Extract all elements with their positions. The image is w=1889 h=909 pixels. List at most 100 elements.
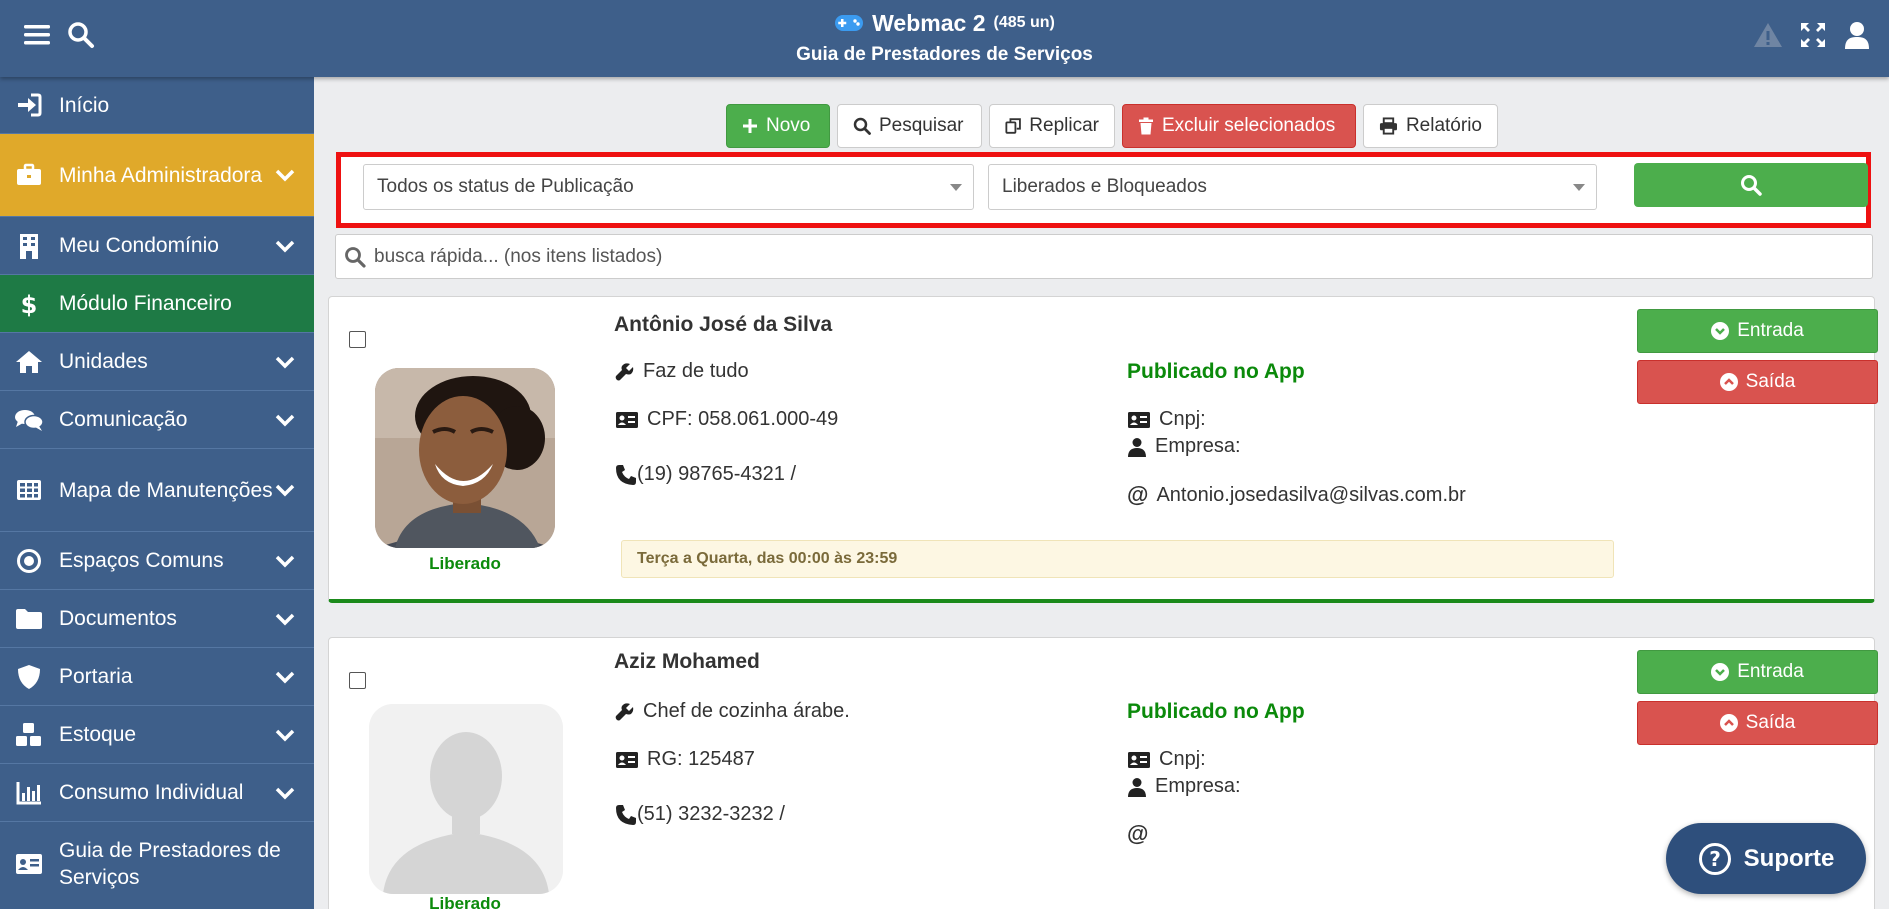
plus-icon [743,119,757,133]
at-icon: @ [1127,482,1149,507]
sidebar-item-minha-administradora[interactable]: Minha Administradora [0,134,314,217]
new-button-label: Novo [766,115,811,136]
quick-search-placeholder: busca rápida... (nos itens listados) [374,245,663,267]
folder-icon [14,604,44,634]
avatar-placeholder [369,704,563,894]
entry-button[interactable]: Entrada [1637,650,1878,694]
sidebar-item-label: Módulo Financeiro [59,292,232,315]
provider-phone: (19) 98765-4321 / [615,463,796,486]
sidebar-item-guia-prestadores[interactable]: Guia de Prestadores de Serviços [0,822,314,905]
select-checkbox[interactable] [349,672,366,689]
sidebar-item-consumo-individual[interactable]: Consumo Individual [0,764,314,822]
gamepad-icon [834,13,864,33]
provider-email-text: Antonio.josedasilva@silvas.com.br [1156,483,1466,506]
copy-icon [1005,118,1021,134]
caret-down-icon [950,184,962,191]
schedule-box: Terça a Quarta, das 00:00 às 23:59 [621,540,1614,578]
header-title: Webmac 2 (485 un) Guia de Prestadores de… [0,8,1889,66]
release-status-select[interactable]: Liberados e Bloqueados [988,164,1597,210]
provider-status: Liberado [429,894,501,909]
sidebar-item-meu-condominio[interactable]: Meu Condomínio [0,217,314,275]
search-button[interactable]: Pesquisar [837,104,982,148]
provider-service-text: Faz de tudo [643,360,749,382]
page-title: Guia de Prestadores de Serviços [796,44,1093,65]
select-checkbox[interactable] [349,331,366,348]
provider-company-label: Empresa: [1155,775,1241,797]
briefcase-icon [14,160,44,190]
chevron-down-icon [275,484,295,497]
exit-button[interactable]: Saída [1637,360,1878,404]
new-button[interactable]: Novo [726,104,830,148]
provider-name: Antônio José da Silva [614,313,833,336]
fullscreen-icon[interactable] [1796,18,1830,52]
sidebar-item-mapa-manutencoes[interactable]: Mapa de Manutenções [0,449,314,532]
search-icon [1741,175,1762,196]
provider-document: CPF: 058.061.000-49 [615,408,838,431]
filter-panel: Todos os status de Publicação Liberados … [336,152,1871,228]
provider-status: Liberado [429,554,501,573]
chevron-circle-up-icon [1719,373,1738,391]
support-button[interactable]: ? Suporte [1666,823,1866,894]
quick-search-input[interactable]: busca rápida... (nos itens listados) [335,234,1873,279]
sidebar-item-label: Espaços Comuns [59,549,224,572]
sidebar-item-portaria[interactable]: Portaria [0,648,314,706]
chevron-circle-down-icon [1711,663,1730,681]
search-icon [345,247,366,268]
sidebar-item-unidades[interactable]: Unidades [0,333,314,391]
chevron-down-icon [275,356,295,368]
sidebar-item-label: Meu Condomínio [59,234,219,257]
wrench-icon [615,702,634,720]
print-icon [1379,117,1398,135]
comments-icon [14,405,44,435]
provider-phone: (51) 3232-3232 / [615,803,785,826]
provider-company: Empresa: [1127,435,1241,458]
delete-selected-button-label: Excluir selecionados [1162,115,1336,136]
replicate-button[interactable]: Replicar [989,104,1115,148]
filter-search-button[interactable] [1634,163,1868,207]
sidebar-item-label: Portaria [59,665,133,688]
sidebar-item-label: Guia de Prestadores de Serviços [59,838,281,889]
sidebar-item-estoque[interactable]: Estoque [0,706,314,764]
sidebar-item-modulo-financeiro[interactable]: $ Módulo Financeiro [0,275,314,333]
chevron-down-icon [275,613,295,625]
publication-status-select[interactable]: Todos os status de Publicação [363,164,974,210]
provider-cnpj-label: Cnpj: [1159,748,1206,770]
dot-circle-icon [14,546,44,576]
app-name: Webmac 2 [872,9,986,36]
user-icon[interactable] [1840,18,1874,52]
release-status-value: Liberados e Bloqueados [1002,176,1207,197]
unit-count: (485 un) [993,14,1055,31]
support-button-label: Suporte [1743,844,1835,872]
caret-down-icon [1573,184,1585,191]
provider-document-text: CPF: 058.061.000-49 [647,408,839,430]
at-icon: @ [1127,821,1149,846]
sidebar: Início Minha Administradora Meu Condomín… [0,77,314,909]
id-card-icon [616,751,638,768]
provider-cnpj: Cnpj: [1127,408,1206,431]
provider-card: Liberado Aziz Mohamed Chef de cozinha ár… [328,637,1878,909]
exit-button[interactable]: Saída [1637,701,1878,745]
search-button-label: Pesquisar [879,115,964,136]
provider-phone-text: (51) 3232-3232 / [637,803,785,825]
id-card-icon [616,411,638,428]
id-card-icon [1128,411,1150,428]
building-icon [14,231,44,261]
entry-button-label: Entrada [1737,661,1804,682]
top-bar: Webmac 2 (485 un) Guia de Prestadores de… [0,0,1889,77]
sidebar-item-documentos[interactable]: Documentos [0,590,314,648]
entry-button[interactable]: Entrada [1637,309,1878,353]
sidebar-item-inicio[interactable]: Início [0,77,314,134]
provider-cnpj-label: Cnpj: [1159,408,1206,430]
provider-service-text: Chef de cozinha árabe. [643,700,850,722]
sidebar-item-espacos-comuns[interactable]: Espaços Comuns [0,532,314,590]
sidebar-item-label: Início [59,93,110,117]
report-button[interactable]: Relatório [1363,104,1498,148]
chevron-circle-up-icon [1719,714,1738,732]
delete-selected-button[interactable]: Excluir selecionados [1122,104,1356,148]
dollar-icon: $ [14,289,44,319]
warning-icon[interactable] [1751,18,1785,52]
sidebar-item-comunicacao[interactable]: Comunicação [0,391,314,449]
chevron-down-icon [275,169,295,182]
sidebar-item-label: Documentos [59,607,177,630]
svg-text:?: ? [1709,847,1721,871]
